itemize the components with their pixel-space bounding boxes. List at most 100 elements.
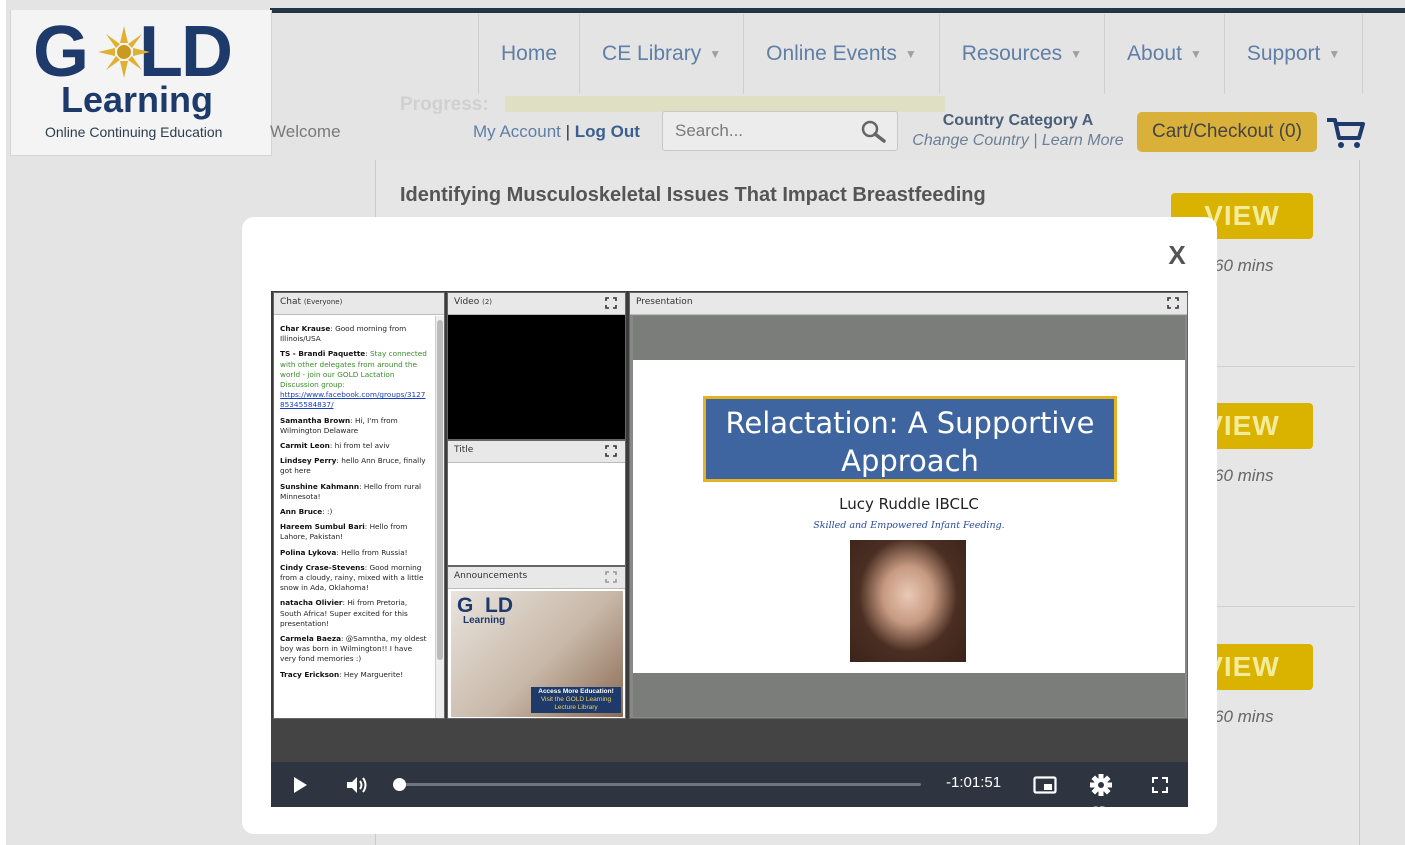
announcements-title: Announcements xyxy=(454,571,528,581)
cart-checkout-button[interactable]: Cart/Checkout (0) xyxy=(1137,112,1317,152)
scroll-thumb[interactable] xyxy=(437,320,443,660)
chat-author: Cindy Crase-Stevens xyxy=(280,562,365,572)
caret-down-icon: ▼ xyxy=(904,47,917,61)
chat-message: Carmit Leon: hi from tel aviv xyxy=(280,441,390,451)
chat-message: Ann Bruce: :) xyxy=(280,507,333,517)
announcements-panel: Announcements G LD Learning Access More … xyxy=(447,566,626,719)
slide-band xyxy=(633,316,1185,360)
duration-text: 60 mins xyxy=(1214,466,1274,485)
chat-author: Samantha Brown xyxy=(280,415,351,425)
cart-icon[interactable] xyxy=(1325,112,1367,150)
seek-bar[interactable] xyxy=(393,778,921,791)
nav-resources[interactable]: Resources ▼ xyxy=(938,14,1104,94)
learn-more-link[interactable]: Learn More xyxy=(1042,132,1124,149)
chat-text: :) xyxy=(327,507,333,517)
chat-text: Hey Marguerite! xyxy=(343,669,404,679)
slide-author: Lucy Ruddle IBCLC xyxy=(839,495,979,513)
time-remaining: -1:01:51 xyxy=(946,774,1002,791)
player-controls: -1:01:51 xyxy=(271,762,1188,807)
caption-line: Lecture Library xyxy=(554,704,598,711)
chat-title: Chat xyxy=(280,297,302,307)
chat-message: Tracy Erickson: Hey Marguerite! xyxy=(280,669,404,679)
speaker-photo xyxy=(850,540,966,662)
chat-message: natacha Olivier: Hi from Pretoria, South… xyxy=(280,598,408,628)
announcement-logo: G LD xyxy=(457,594,513,617)
country-category: Country Category A Change Country | Lear… xyxy=(912,112,1124,150)
video-header: Video (2) xyxy=(448,293,625,315)
chat-message: Hareem Sumbul Bari: Hello from Lahore, P… xyxy=(280,522,408,542)
separator: | xyxy=(1033,132,1038,149)
settings-button[interactable] xyxy=(1086,762,1116,807)
volume-icon xyxy=(347,776,367,793)
chat-author: Carmela Baeza xyxy=(280,634,342,644)
logo-learning: Learning xyxy=(61,79,214,120)
log-out-link[interactable]: Log Out xyxy=(575,122,640,141)
country-links: Change Country | Learn More xyxy=(912,132,1124,150)
caret-down-icon: ▼ xyxy=(1189,47,1202,61)
chat-messages: Char Krause: Good morning from Illinois/… xyxy=(274,316,436,718)
fullscreen-button[interactable] xyxy=(1145,762,1175,807)
nav-label: Support xyxy=(1246,42,1321,65)
account-links: My Account | Log Out xyxy=(473,122,640,142)
announcements-header: Announcements xyxy=(448,567,625,589)
search-input[interactable] xyxy=(663,112,843,150)
search-box xyxy=(662,111,898,151)
chat-author: Polina Lykova xyxy=(280,547,337,557)
nav-label: Resources xyxy=(961,42,1063,65)
chat-header: Chat (Everyone) xyxy=(274,293,444,315)
nav-label: Online Events xyxy=(766,42,897,65)
country-category-label: Country Category A xyxy=(942,112,1094,129)
slide-title: Relactation: A Supportive Approach xyxy=(703,396,1117,482)
announcement-image[interactable]: G LD Learning Access More Education! Vis… xyxy=(451,591,623,717)
caret-down-icon: ▼ xyxy=(1328,47,1341,61)
play-button[interactable] xyxy=(285,762,315,807)
chat-author: Hareem Sumbul Bari xyxy=(280,522,365,532)
my-account-link[interactable]: My Account xyxy=(473,122,561,141)
picture-in-picture-button[interactable] xyxy=(1029,762,1061,807)
chat-author: Sunshine Kahmann xyxy=(280,481,360,491)
volume-button[interactable] xyxy=(341,762,373,807)
nav-online-events[interactable]: Online Events ▼ xyxy=(743,14,939,94)
course-title[interactable]: Identifying Musculoskeletal Issues That … xyxy=(400,184,986,207)
chat-message: Cindy Crase-Stevens: Good morning from a… xyxy=(280,562,424,593)
logo-tagline: Online Continuing Education xyxy=(45,124,223,140)
gold-learning-logo[interactable]: G LD Learning Online Continuing Education xyxy=(10,10,272,156)
play-icon xyxy=(294,776,307,793)
search-icon[interactable] xyxy=(859,119,887,143)
caption-line: Visit the GOLD Learning xyxy=(540,696,612,703)
change-country-link[interactable]: Change Country xyxy=(912,132,1029,149)
nav-label: CE Library xyxy=(602,42,702,65)
chat-link[interactable]: https://www.facebook.com/groups/31278534… xyxy=(280,390,425,409)
presentation-title: Presentation xyxy=(636,297,693,307)
chat-author: Char Krause xyxy=(280,324,331,333)
presentation-slide: Relactation: A Supportive Approach Lucy … xyxy=(633,360,1185,673)
progress-bar xyxy=(505,96,945,112)
gear-icon xyxy=(1090,773,1112,796)
expand-icon[interactable] xyxy=(605,571,617,583)
seek-handle[interactable] xyxy=(393,778,406,791)
chat-message: Polina Lykova: Hello from Russia! xyxy=(280,547,408,557)
duration-text: 60 mins xyxy=(1214,707,1274,726)
nav-ce-library[interactable]: CE Library ▼ xyxy=(579,14,743,94)
chat-author: TS - Brandi Paquette xyxy=(280,349,366,359)
chat-message: Sunshine Kahmann: Hello from rural Minne… xyxy=(280,481,422,501)
settings-quality-badge: SD xyxy=(1092,805,1108,817)
page-edge xyxy=(0,0,6,845)
nav-support[interactable]: Support ▼ xyxy=(1223,14,1364,94)
player-gap xyxy=(271,718,1188,762)
expand-icon[interactable] xyxy=(605,445,617,457)
close-button[interactable]: X xyxy=(1164,240,1190,270)
nav-home[interactable]: Home xyxy=(478,14,579,94)
progress-label: Progress: xyxy=(400,94,489,115)
chat-message: Lindsey Perry: hello Ann Bruce, finally … xyxy=(280,456,426,476)
chat-message: Carmela Baeza: @Samntha, my oldest boy w… xyxy=(280,634,427,664)
nav-label: About xyxy=(1127,42,1182,65)
caret-down-icon: ▼ xyxy=(709,47,722,61)
expand-icon[interactable] xyxy=(605,297,617,309)
caret-down-icon: ▼ xyxy=(1070,47,1083,61)
chat-scrollbar[interactable] xyxy=(435,316,444,718)
chat-panel: Chat (Everyone) Char Krause: Good mornin… xyxy=(273,292,445,719)
title-panel: Title xyxy=(447,440,626,566)
expand-icon[interactable] xyxy=(1167,297,1179,309)
nav-about[interactable]: About ▼ xyxy=(1104,14,1224,94)
